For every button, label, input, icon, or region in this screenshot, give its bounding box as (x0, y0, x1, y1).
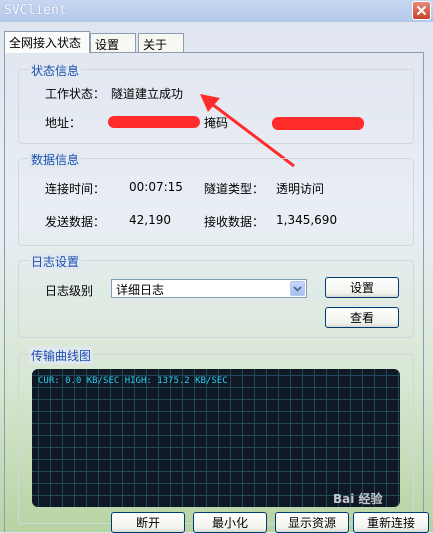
show-resources-button[interactable]: 显示资源 (275, 512, 349, 533)
data-group-legend: 数据信息 (29, 151, 82, 168)
received-data-label: 接收数据： (204, 215, 265, 229)
log-level-value: 详细日志 (116, 283, 165, 297)
data-group: 数据信息 (18, 151, 414, 246)
dropdown-arrow[interactable] (290, 281, 305, 296)
tunnel-type-label: 隧道类型： (204, 182, 265, 196)
window-title: SVClient (4, 3, 67, 18)
disconnect-button[interactable]: 断开 (111, 512, 185, 533)
sent-data-label: 发送数据： (45, 215, 106, 229)
work-status-label: 工作状态： (45, 87, 106, 101)
connect-time-value: 00:07:15 (129, 180, 183, 194)
status-group-legend: 状态信息 (29, 62, 82, 79)
reconnect-button[interactable]: 重新连接 (353, 512, 429, 533)
graph-stats: CUR: 0.0 KB/SEC HIGH: 1375.2 KB/SEC (38, 376, 228, 386)
log-level-select[interactable]: 详细日志 (111, 279, 307, 298)
work-status-value: 隧道建立成功 (111, 87, 184, 101)
connect-time-label: 连接时间： (45, 182, 106, 196)
log-level-label: 日志级别 (45, 284, 94, 298)
received-data-value: 1,345,690 (276, 213, 338, 227)
tunnel-type-value: 透明访问 (276, 182, 325, 196)
log-group-legend: 日志设置 (29, 253, 82, 270)
close-button[interactable] (412, 1, 431, 20)
baidu-watermark: Bai 经验 (333, 492, 383, 506)
tab-network-status[interactable]: 全网接入状态 (4, 31, 90, 53)
sent-data-value: 42,190 (129, 213, 171, 227)
title-bar: SVClient (0, 0, 433, 22)
log-view-button[interactable]: 查看 (325, 307, 399, 328)
tab-settings[interactable]: 设置 (90, 33, 136, 52)
log-settings-button[interactable]: 设置 (325, 277, 399, 298)
graph-group-legend: 传输曲线图 (29, 347, 94, 364)
minimize-button[interactable]: 最小化 (193, 512, 267, 533)
close-icon (416, 5, 427, 16)
address-label: 地址： (45, 116, 82, 130)
chevron-down-icon (293, 285, 302, 292)
tab-about[interactable]: 关于 (138, 33, 184, 52)
transfer-graph: CUR: 0.0 KB/SEC HIGH: 1375.2 KB/SEC (32, 369, 400, 507)
address-redaction (108, 116, 200, 128)
